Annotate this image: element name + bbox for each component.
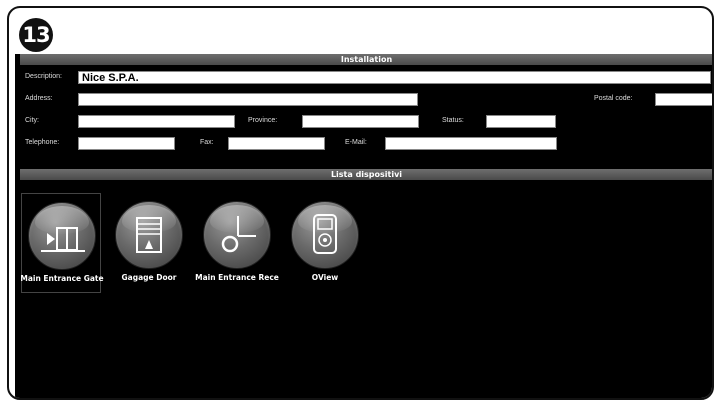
device-garage-door[interactable]: Gagage Door xyxy=(109,193,189,293)
device-oview[interactable]: OView xyxy=(285,193,365,293)
receiver-icon xyxy=(203,201,271,269)
telephone-field[interactable] xyxy=(78,137,175,150)
city-field[interactable] xyxy=(78,115,235,128)
installation-header: Installation xyxy=(20,54,712,65)
device-main-entrance-gate[interactable]: Main Entrance Gate xyxy=(20,193,104,293)
telephone-label: Telephone: xyxy=(25,139,60,146)
status-label: Status: xyxy=(442,117,464,124)
status-field[interactable] xyxy=(486,115,556,128)
fax-field[interactable] xyxy=(228,137,325,150)
device-label: Main Entrance Gate xyxy=(20,274,104,283)
device-label: Main Entrance Rece xyxy=(195,273,279,282)
description-field[interactable]: Nice S.P.A. xyxy=(78,71,711,84)
address-field[interactable] xyxy=(78,93,418,106)
city-label: City: xyxy=(25,117,39,124)
email-field[interactable] xyxy=(385,137,557,150)
step-number-badge: 13 xyxy=(19,18,53,52)
device-main-entrance-receiver[interactable]: Main Entrance Rece xyxy=(195,193,279,293)
device-list-header: Lista dispositivi xyxy=(20,169,712,180)
oview-remote-icon xyxy=(291,201,359,269)
province-label: Province: xyxy=(248,117,278,124)
address-label: Address: xyxy=(25,95,53,102)
garage-door-icon xyxy=(115,201,183,269)
description-label: Description: xyxy=(25,73,62,80)
gate-icon xyxy=(28,202,96,270)
device-label: Gagage Door xyxy=(121,273,177,282)
fax-label: Fax: xyxy=(200,139,214,146)
province-field[interactable] xyxy=(302,115,419,128)
screenshot-frame: 13 Installation Description: Nice S.P.A.… xyxy=(7,6,714,400)
installation-panel: Installation Description: Nice S.P.A. Ad… xyxy=(15,54,712,398)
email-label: E-Mail: xyxy=(345,139,367,146)
postal-code-label: Postal code: xyxy=(594,95,633,102)
postal-code-field[interactable] xyxy=(655,93,712,106)
device-label: OView xyxy=(311,273,339,282)
